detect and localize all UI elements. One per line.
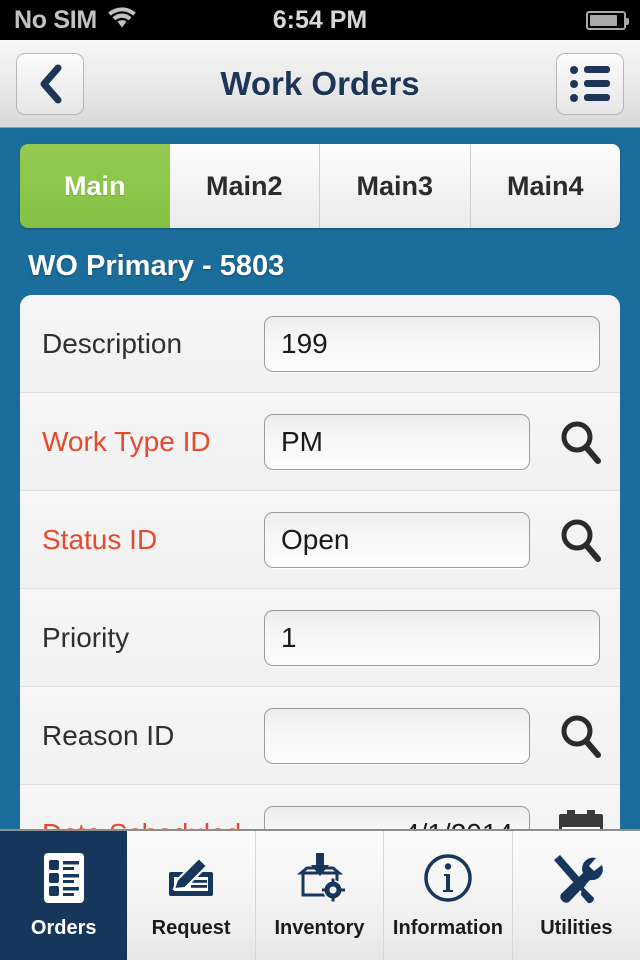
tabbar-item-request[interactable]: Request bbox=[127, 831, 256, 960]
status-id-lookup-button[interactable] bbox=[550, 517, 612, 563]
tabbar-label: Request bbox=[151, 917, 231, 939]
chevron-left-icon bbox=[40, 64, 62, 103]
form-row-description: Description 199 bbox=[20, 295, 620, 393]
field-label: Description bbox=[42, 327, 183, 359]
status-bar: No SIM 6:54 PM bbox=[0, 0, 640, 40]
form-row-status-id: Status ID Open bbox=[20, 491, 620, 589]
tab-label: Main bbox=[63, 170, 126, 201]
form-row-work-type-id: Work Type ID PM bbox=[20, 393, 620, 491]
form-row-priority: Priority 1 bbox=[20, 589, 620, 687]
page-title: Work Orders bbox=[220, 64, 420, 102]
tabbar-label: Utilities bbox=[540, 917, 613, 939]
tab-label: Main3 bbox=[356, 170, 434, 201]
battery-icon bbox=[586, 10, 629, 30]
tools-icon bbox=[548, 851, 604, 905]
app-root: No SIM 6:54 PM Work Orders Main Main2 Ma… bbox=[0, 0, 640, 960]
tab-main[interactable]: Main bbox=[20, 144, 170, 228]
tab-label: Main4 bbox=[506, 170, 584, 201]
search-icon bbox=[561, 715, 601, 758]
field-label: Priority bbox=[42, 621, 130, 653]
checklist-icon bbox=[41, 851, 87, 905]
form-card: Description 199 Work Type ID PM Status I… bbox=[20, 295, 620, 883]
status-id-input[interactable]: Open bbox=[264, 511, 530, 568]
list-menu-button[interactable] bbox=[556, 52, 624, 115]
tabbar-item-inventory[interactable]: Inventory bbox=[256, 831, 385, 960]
field-label: Status ID bbox=[42, 523, 158, 555]
bottom-tab-bar: Orders Request Inventory Information Uti… bbox=[0, 829, 640, 960]
battery-fill bbox=[590, 14, 618, 26]
tabbar-item-information[interactable]: Information bbox=[384, 831, 513, 960]
wifi-icon bbox=[107, 6, 137, 34]
field-label: Reason ID bbox=[42, 719, 175, 751]
section-title: WO Primary - 5803 bbox=[28, 250, 285, 282]
tab-label: Main2 bbox=[205, 170, 283, 201]
tab-main4[interactable]: Main4 bbox=[470, 144, 620, 228]
info-circle-icon bbox=[422, 851, 474, 905]
list-menu-icon bbox=[570, 65, 610, 102]
work-type-id-input[interactable]: PM bbox=[264, 413, 530, 470]
field-label: Work Type ID bbox=[42, 425, 211, 457]
tabbar-label: Orders bbox=[30, 917, 97, 939]
tab-strip: Main Main2 Main3 Main4 bbox=[20, 144, 620, 228]
priority-input[interactable]: 1 bbox=[264, 609, 600, 666]
form-row-reason-id: Reason ID bbox=[20, 687, 620, 785]
tab-main2[interactable]: Main2 bbox=[169, 144, 320, 228]
description-input[interactable]: 199 bbox=[264, 315, 600, 372]
status-bar-left: No SIM bbox=[14, 6, 137, 35]
tabbar-label: Information bbox=[392, 917, 503, 939]
tabbar-label: Inventory bbox=[274, 917, 365, 939]
nav-bar: Work Orders bbox=[0, 40, 640, 128]
reason-id-input[interactable] bbox=[264, 707, 530, 764]
search-icon bbox=[561, 421, 601, 464]
tabbar-item-orders[interactable]: Orders bbox=[0, 831, 128, 960]
box-gear-icon bbox=[293, 851, 347, 905]
status-bar-right bbox=[586, 10, 629, 30]
carrier-label: No SIM bbox=[14, 5, 97, 34]
tabbar-item-utilities[interactable]: Utilities bbox=[513, 831, 640, 960]
pencil-form-icon bbox=[163, 851, 219, 905]
back-button[interactable] bbox=[16, 52, 84, 115]
tab-main3[interactable]: Main3 bbox=[320, 144, 471, 228]
work-type-id-lookup-button[interactable] bbox=[550, 419, 612, 465]
search-icon bbox=[561, 519, 601, 562]
reason-id-lookup-button[interactable] bbox=[550, 713, 612, 759]
